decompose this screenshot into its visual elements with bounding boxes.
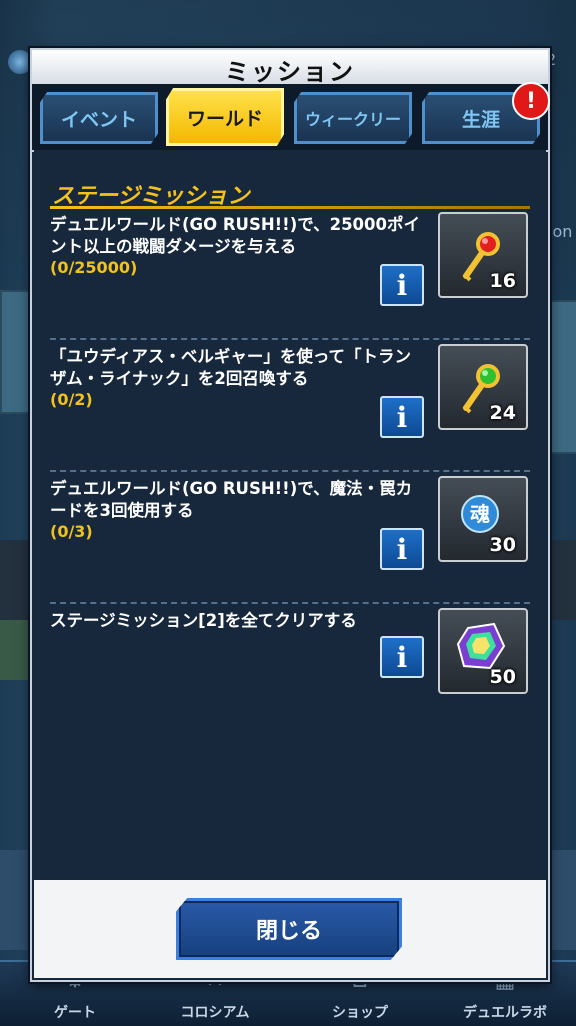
mission-progress: (0/2) — [50, 390, 93, 409]
nav-shop[interactable]: ショップ — [300, 1002, 420, 1022]
info-button[interactable]: i — [380, 396, 424, 438]
orb-glyph: 魂 — [470, 502, 490, 526]
mission-description: ステージミッション[2]を全てクリアする — [50, 611, 357, 630]
reward-box: 魂 30 — [438, 476, 528, 562]
dialog-title-bar: ミッション — [32, 50, 548, 86]
mission-dialog: ミッション イベント ワールド ウィークリー 生涯 ! ステージミッション デュ… — [30, 48, 550, 982]
reward-box: 50 — [438, 608, 528, 694]
mission-divider — [50, 338, 530, 340]
reward-count: 16 — [489, 270, 516, 292]
nav-duel-lab[interactable]: デュエルラボ — [440, 1002, 570, 1022]
mission-divider — [50, 602, 530, 604]
nav-gate[interactable]: ゲート — [20, 1002, 130, 1022]
reward-count: 50 — [489, 666, 516, 688]
mission-progress: (0/3) — [50, 522, 93, 541]
mission-list-panel: ステージミッション デュエルワールド(GO RUSH!!)で、25000ポイント… — [34, 150, 546, 880]
mission-description: デュエルワールド(GO RUSH!!)で、魔法・罠カードを3回使用する — [50, 479, 413, 520]
bg-orb-icon — [8, 50, 32, 74]
reward-box: 16 — [438, 212, 528, 298]
mission-item: ステージミッション[2]を全てクリアする i 50 — [50, 608, 530, 738]
tab-event[interactable]: イベント — [40, 92, 158, 144]
mission-item: デュエルワールド(GO RUSH!!)で、25000ポイント以上の戦闘ダメージを… — [50, 212, 530, 342]
dialog-title: ミッション — [225, 58, 355, 86]
close-button[interactable]: 閉じる — [176, 898, 402, 960]
section-underline — [50, 206, 530, 209]
nav-colosseum[interactable]: コロシアム — [150, 1002, 280, 1022]
reward-box: 24 — [438, 344, 528, 430]
info-button[interactable]: i — [380, 264, 424, 306]
tab-weekly[interactable]: ウィークリー — [294, 92, 412, 144]
dialog-footer: 閉じる — [34, 880, 546, 978]
bg-grass-left — [0, 620, 30, 680]
mission-description: 「ユウディアス・ベルギャー」を使って「トランザム・ライナック」を2回召喚する — [50, 347, 412, 388]
notification-badge-icon: ! — [512, 82, 550, 120]
tab-bar: イベント ワールド ウィークリー 生涯 — [32, 84, 548, 152]
info-button[interactable]: i — [380, 636, 424, 678]
mission-item: デュエルワールド(GO RUSH!!)で、魔法・罠カードを3回使用する (0/3… — [50, 476, 530, 606]
info-button[interactable]: i — [380, 528, 424, 570]
reward-count: 24 — [489, 402, 516, 424]
bg-side-text: ion — [548, 222, 573, 241]
tab-world[interactable]: ワールド — [166, 88, 284, 146]
mission-progress: (0/25000) — [50, 258, 138, 277]
reward-count: 30 — [489, 534, 516, 556]
mission-description: デュエルワールド(GO RUSH!!)で、25000ポイント以上の戦闘ダメージを… — [50, 215, 420, 256]
mission-divider — [50, 470, 530, 472]
mission-item: 「ユウディアス・ベルギャー」を使って「トランザム・ライナック」を2回召喚する (… — [50, 344, 530, 474]
